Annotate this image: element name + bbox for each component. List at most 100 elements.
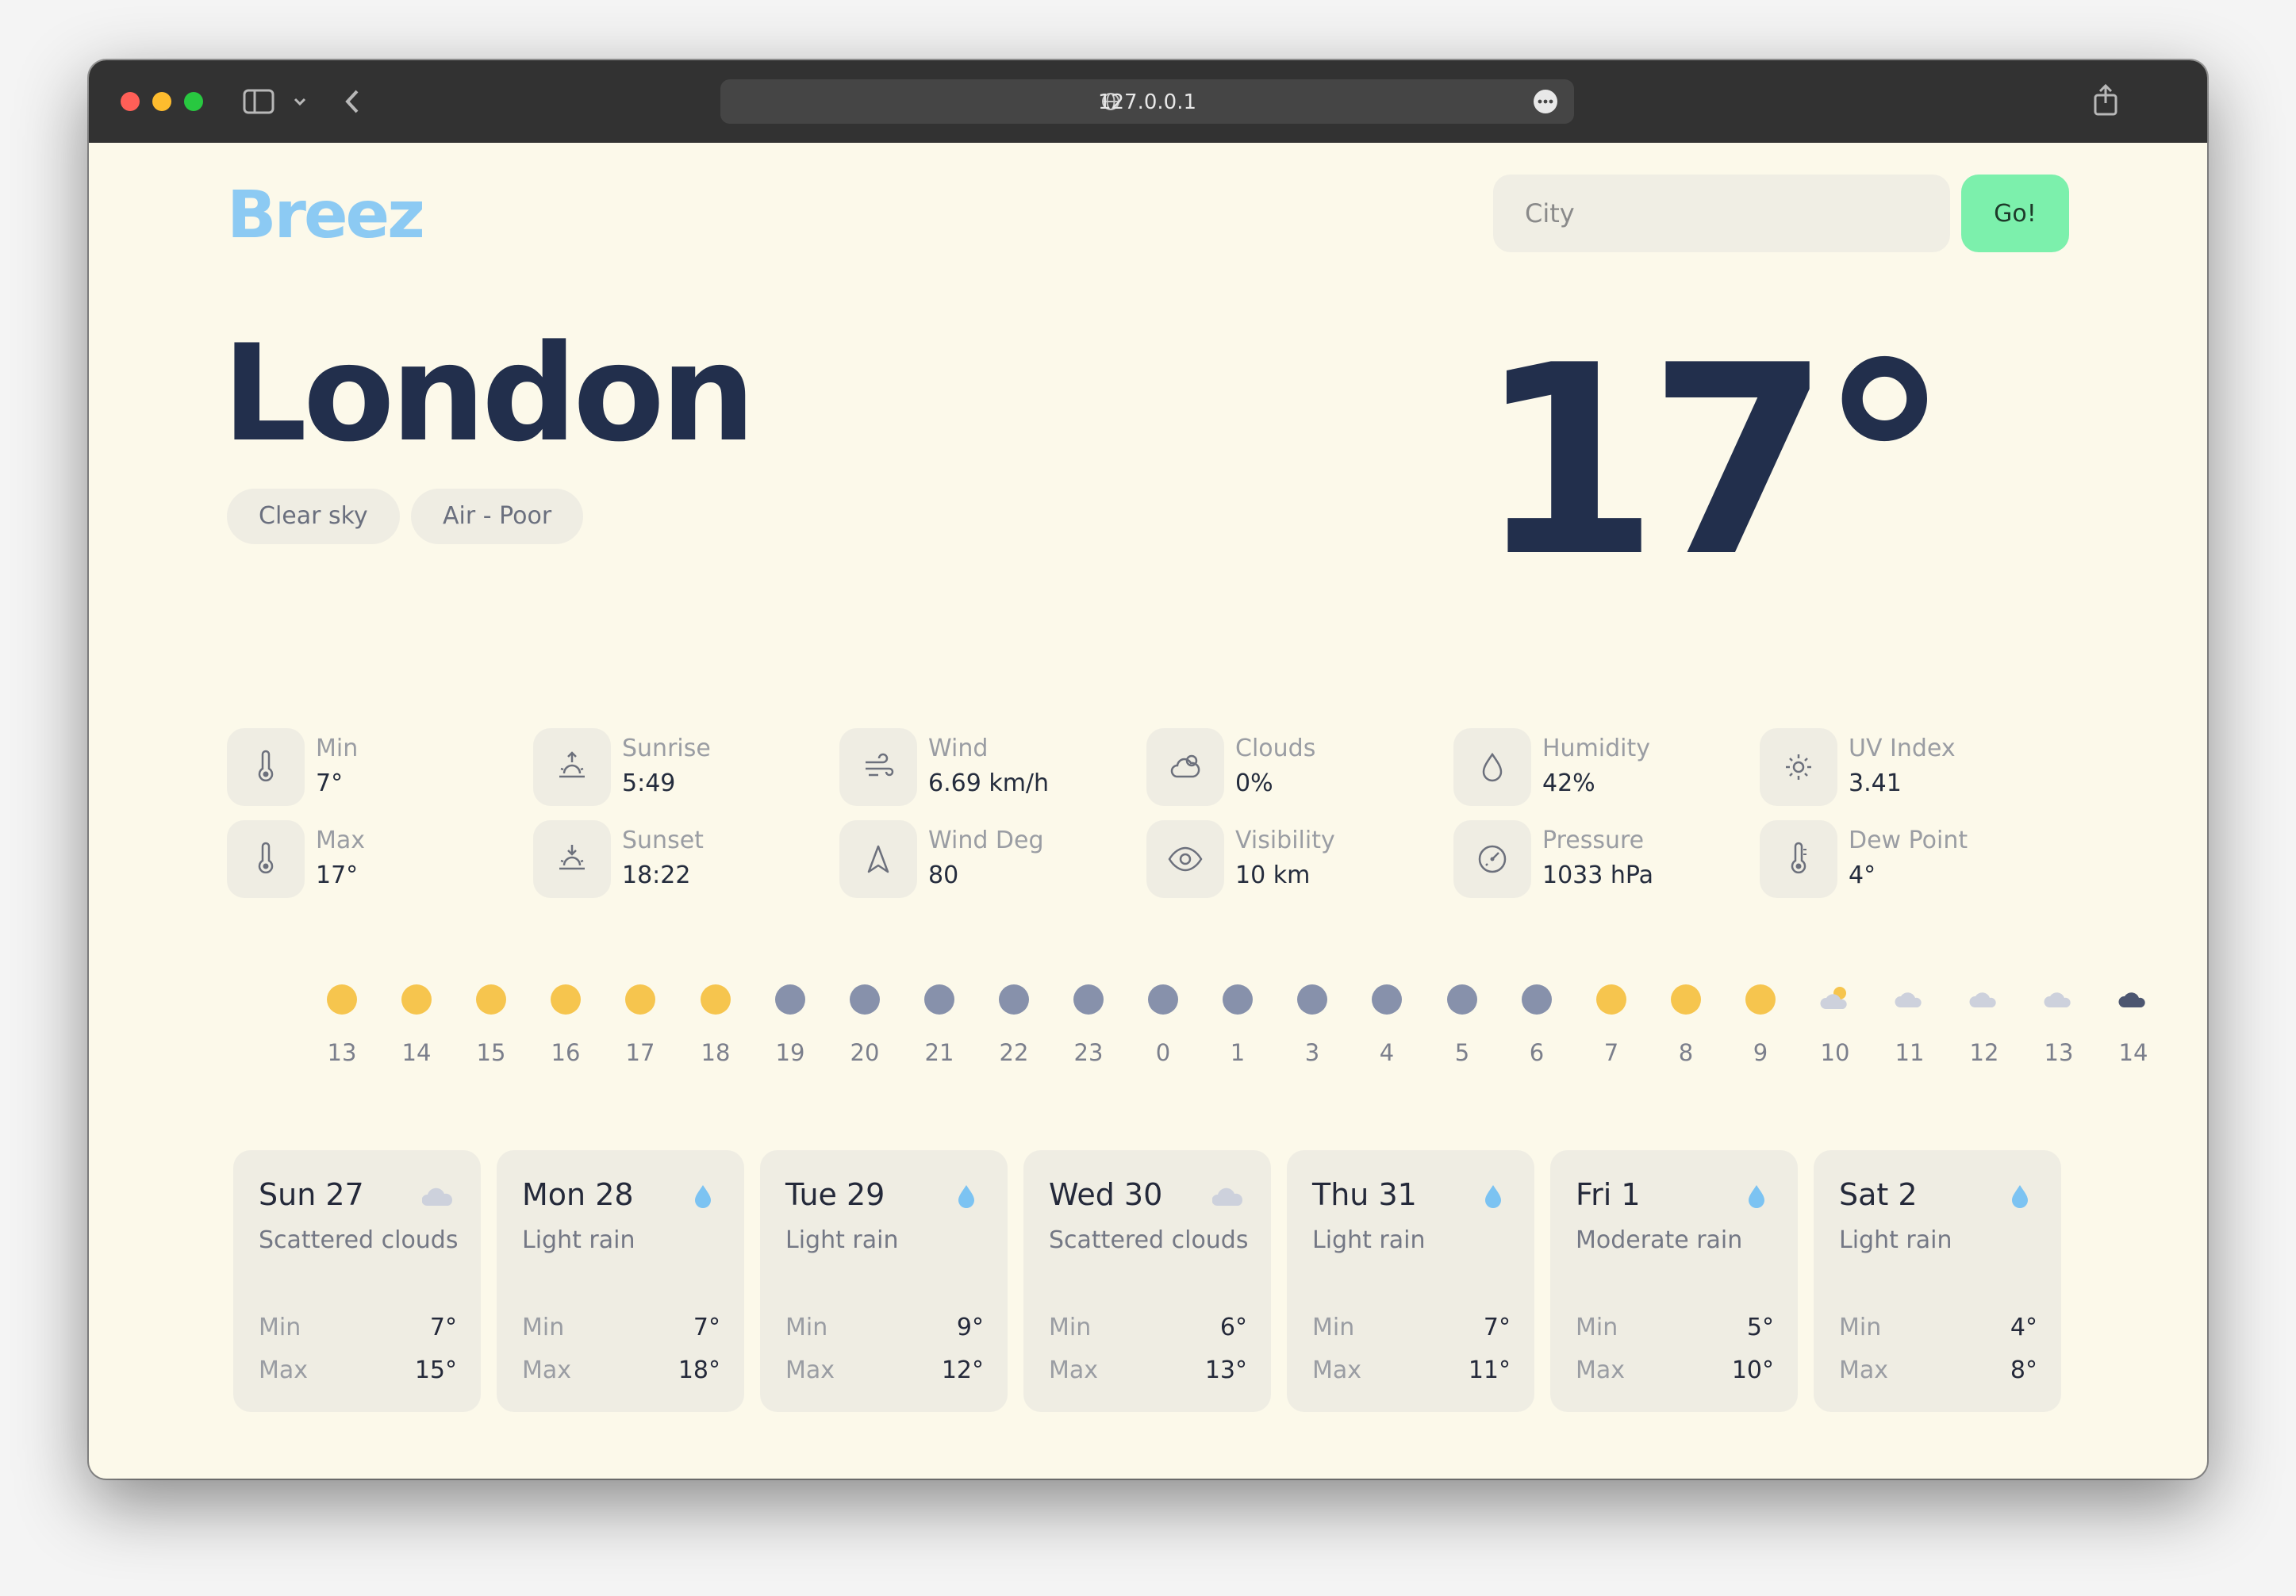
day-name: Fri 1 [1576, 1177, 1641, 1212]
hourly-item: 14 [393, 984, 440, 1087]
thermometer-icon [1760, 820, 1837, 898]
rain-drop-icon [695, 1185, 711, 1208]
day-description: Light rain [522, 1226, 635, 1254]
max-label: Max [259, 1356, 309, 1384]
min-label: Min [1839, 1314, 1882, 1341]
day-description: Light rain [1312, 1226, 1426, 1254]
hourly-item: 13 [2035, 984, 2083, 1087]
moon-icon [1297, 984, 1327, 1015]
max-temp: 10° [1731, 1356, 1774, 1384]
stat-uv-index: UV Index 3.41 [1760, 728, 2061, 808]
min-label: Min [1576, 1314, 1618, 1341]
hour-label: 21 [924, 1039, 954, 1066]
hourly-item: 21 [916, 984, 963, 1087]
gauge-icon [1453, 820, 1531, 898]
more-options-icon[interactable] [1533, 89, 1558, 114]
stat-sunrise: Sunrise 5:49 [533, 728, 835, 808]
moon-icon [1073, 984, 1104, 1015]
hourly-item: 10 [1811, 984, 1859, 1087]
hour-label: 4 [1379, 1039, 1395, 1066]
max-label: Max [1839, 1356, 1889, 1384]
stat-pressure: Pressure 1033 hPa [1453, 820, 1755, 900]
max-temp: 11° [1468, 1356, 1511, 1384]
sun-icon [551, 984, 581, 1015]
day-forecast-card: Tue 29 Light rain Min 9° Max 12° [760, 1150, 1008, 1412]
min-label: Min [1312, 1314, 1355, 1341]
min-label: Min [522, 1314, 565, 1341]
moon-icon [1522, 984, 1552, 1015]
max-label: Max [522, 1356, 572, 1384]
hour-label: 5 [1454, 1039, 1470, 1066]
max-temp: 12° [941, 1356, 984, 1384]
breez-logo[interactable]: Breez [227, 178, 425, 253]
close-window-button[interactable] [121, 92, 140, 111]
day-forecast-card: Sun 27 Scattered clouds Min 7° Max 15° [233, 1150, 481, 1412]
hourly-item: 3 [1288, 984, 1336, 1087]
city-search-input[interactable] [1493, 175, 1950, 252]
moon-icon [924, 984, 954, 1015]
thermometer-icon [227, 728, 305, 806]
sun-icon [1671, 984, 1701, 1015]
hourly-item: 6 [1513, 984, 1561, 1087]
max-label: Max [1576, 1356, 1626, 1384]
stat-humidity: Humidity 42% [1453, 728, 1755, 808]
max-label: Max [1312, 1356, 1362, 1384]
min-label: Min [785, 1314, 828, 1341]
min-temp: 5° [1746, 1314, 1774, 1341]
rain-drop-icon [958, 1185, 974, 1208]
hour-label: 0 [1155, 1039, 1171, 1066]
hourly-item: 22 [990, 984, 1038, 1087]
chevron-down-icon[interactable] [292, 94, 308, 109]
share-icon[interactable] [2091, 82, 2120, 117]
air-quality-chip: Air - Poor [411, 489, 584, 544]
stat-wind: Wind 6.69 km/h [839, 728, 1141, 808]
zoom-window-button[interactable] [184, 92, 203, 111]
stat-wind-deg: Wind Deg 80 [839, 820, 1141, 900]
day-description: Light rain [785, 1226, 899, 1254]
cloud-icon [1969, 992, 1996, 1007]
min-temp: 6° [1219, 1314, 1247, 1341]
moon-icon [1372, 984, 1402, 1015]
stat-dew-point: Dew Point 4° [1760, 820, 2061, 900]
go-button[interactable]: Go! [1961, 175, 2069, 252]
day-name: Mon 28 [522, 1177, 634, 1212]
day-forecast-card: Fri 1 Moderate rain Min 5° Max 10° [1550, 1150, 1798, 1412]
hourly-item: 8 [1662, 984, 1710, 1087]
moon-icon [999, 984, 1029, 1015]
weather-condition-chip: Clear sky [227, 489, 400, 544]
min-temp: 4° [2010, 1314, 2037, 1341]
hour-label: 22 [999, 1039, 1029, 1066]
min-label: Min [1049, 1314, 1092, 1341]
browser-titlebar: 127.0.0.1 [89, 60, 2207, 143]
thermometer-icon [227, 820, 305, 898]
current-temperature: 17° [1476, 309, 1950, 614]
droplet-icon [1453, 728, 1531, 806]
hourly-item: 19 [766, 984, 814, 1087]
day-name: Wed 30 [1049, 1177, 1163, 1212]
stat-max: Max 17° [227, 820, 528, 900]
cloud-icon [1212, 1187, 1243, 1206]
minimize-window-button[interactable] [152, 92, 171, 111]
sidebar-icon[interactable] [243, 87, 275, 116]
hour-label: 17 [625, 1039, 655, 1066]
hourly-item: 11 [1886, 984, 1933, 1087]
sun-icon [327, 984, 357, 1015]
hourly-item: 4 [1363, 984, 1411, 1087]
hour-label: 1 [1230, 1039, 1246, 1066]
hour-label: 19 [775, 1039, 805, 1066]
day-description: Scattered clouds [259, 1226, 459, 1254]
hourly-item: 1 [1214, 984, 1261, 1087]
rain-drop-icon [1749, 1185, 1764, 1208]
hour-label: 13 [327, 1039, 357, 1066]
min-temp: 7° [429, 1314, 457, 1341]
hour-label: 7 [1603, 1039, 1619, 1066]
min-temp: 7° [1483, 1314, 1511, 1341]
day-name: Sun 27 [259, 1177, 364, 1212]
day-name: Sat 2 [1839, 1177, 1918, 1212]
sunset-icon [533, 820, 611, 898]
address-bar[interactable]: 127.0.0.1 [720, 79, 1574, 124]
back-arrow-icon[interactable] [341, 87, 365, 116]
day-name: Thu 31 [1312, 1177, 1417, 1212]
stat-sunset: Sunset 18:22 [533, 820, 835, 900]
hourly-item: 0 [1139, 984, 1187, 1087]
